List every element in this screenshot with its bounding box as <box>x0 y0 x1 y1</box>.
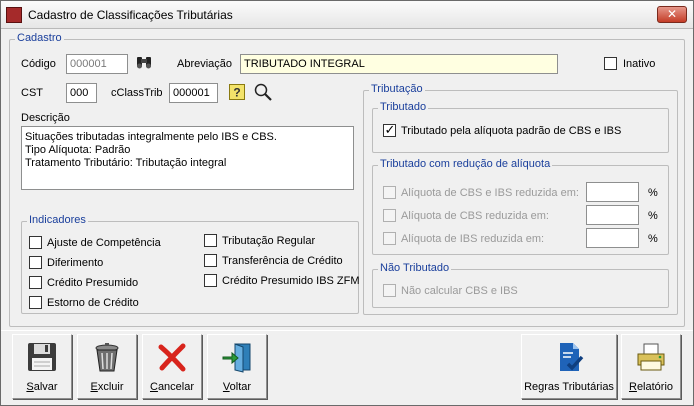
descricao-label: Descrição <box>21 112 70 124</box>
salvar-caption: Salvar <box>26 381 58 393</box>
reducao-legend: Tributado com redução de alíquota <box>378 158 553 170</box>
cancel-x-icon <box>158 343 186 372</box>
codigo-field[interactable]: 000001 <box>66 54 128 74</box>
reducao-cbs-checkbox[interactable] <box>383 209 396 222</box>
printer-icon <box>637 343 665 371</box>
indicador-label: Crédito Presumido <box>47 277 139 289</box>
voltar-caption: Voltar <box>222 381 252 393</box>
nao-calcular-checkbox[interactable] <box>383 284 396 297</box>
trash-can-icon <box>95 343 119 372</box>
indicador-label: Estorno de Crédito <box>47 297 139 309</box>
abreviacao-field[interactable]: TRIBUTADO INTEGRAL <box>240 54 558 74</box>
reducao-group: Tributado com redução de alíquota Alíquo… <box>372 158 669 255</box>
cclasstrib-field[interactable]: 000001 <box>169 83 218 103</box>
cst-label: CST <box>21 87 43 99</box>
tributado-group: Tributado ✓ Tributado pela alíquota padr… <box>372 101 669 153</box>
descricao-line: Situações tributadas integralmente pelo … <box>25 131 277 143</box>
document-check-icon <box>560 343 584 371</box>
indicador-checkbox[interactable] <box>29 296 42 309</box>
indicador-checkbox[interactable] <box>29 236 42 249</box>
indicador-label: Crédito Presumido IBS ZFM <box>222 275 360 287</box>
abreviacao-label: Abreviação <box>177 58 233 70</box>
indicador-label: Transferência de Crédito <box>222 255 343 267</box>
checkmark-icon: ✓ <box>384 122 396 137</box>
indicador-label: Ajuste de Competência <box>47 237 161 249</box>
salvar-button[interactable]: Salvar <box>12 334 72 399</box>
regras-tributarias-caption: Regras Tributárias <box>524 381 614 393</box>
inativo-label: Inativo <box>623 58 656 70</box>
relatorio-button[interactable]: Relatório <box>621 334 681 399</box>
percent-label: % <box>648 187 658 199</box>
codigo-label: Código <box>21 58 56 70</box>
reducao-cbs-ibs-label: Alíquota de CBS e IBS reduzida em: <box>401 187 579 199</box>
descricao-line: Tratamento Tributário: Tributação integr… <box>25 157 227 169</box>
indicador-checkbox[interactable] <box>29 276 42 289</box>
close-button[interactable]: ✕ <box>657 6 687 23</box>
tributado-checkbox[interactable]: ✓ <box>383 122 396 137</box>
nao-calcular-label: Não calcular CBS e IBS <box>401 285 518 297</box>
descricao-line: Tipo Alíquota: Padrão <box>25 144 131 156</box>
percent-label: % <box>648 210 658 222</box>
title-bar[interactable]: Cadastro de Classificações Tributárias ✕ <box>1 1 693 29</box>
exit-door-icon <box>222 343 251 373</box>
indicador-checkbox[interactable] <box>204 274 217 287</box>
regras-tributarias-button[interactable]: Regras Tributárias <box>521 334 617 399</box>
reducao-cbs-input[interactable] <box>586 205 639 225</box>
binoculars-icon[interactable] <box>135 54 153 70</box>
indicador-checkbox[interactable] <box>204 234 217 247</box>
search-icon[interactable] <box>253 82 273 102</box>
reducao-cbs-ibs-checkbox[interactable] <box>383 186 396 199</box>
floppy-disk-icon <box>28 343 56 371</box>
cclasstrib-label: cClassTrib <box>111 87 163 99</box>
reducao-ibs-input[interactable] <box>586 228 639 248</box>
tributado-label: Tributado pela alíquota padrão de CBS e … <box>401 125 622 137</box>
indicador-checkbox[interactable] <box>204 254 217 267</box>
percent-label: % <box>648 233 658 245</box>
descricao-textarea[interactable]: Situações tributadas integralmente pelo … <box>21 126 354 190</box>
tributacao-legend: Tributação <box>369 83 425 95</box>
app-icon <box>6 7 22 23</box>
cst-field[interactable]: 000 <box>66 83 97 103</box>
excluir-caption: Excluir <box>90 381 124 393</box>
cadastro-legend: Cadastro <box>15 32 64 44</box>
cancelar-button[interactable]: Cancelar <box>142 334 202 399</box>
inativo-checkbox[interactable] <box>604 57 617 70</box>
relatorio-caption: Relatório <box>628 381 674 393</box>
bottom-toolbar: Salvar Excluir Cancelar Voltar Regras Tr… <box>1 330 693 405</box>
reducao-ibs-checkbox[interactable] <box>383 232 396 245</box>
indicador-checkbox[interactable] <box>29 256 42 269</box>
main-window: Cadastro de Classificações Tributárias ✕… <box>0 0 694 406</box>
nao-tributado-group: Não Tributado Não calcular CBS e IBS <box>372 262 669 308</box>
help-icon[interactable]: ? <box>229 84 245 100</box>
indicadores-legend: Indicadores <box>27 214 88 226</box>
form-body: Cadastro Código 000001 Abreviação TRIBUT… <box>1 30 693 405</box>
reducao-cbs-label: Alíquota de CBS reduzida em: <box>401 210 549 222</box>
indicador-label: Tributação Regular <box>222 235 316 247</box>
indicadores-group: Indicadores Ajuste de Competência Diferi… <box>21 214 360 314</box>
reducao-ibs-label: Alíquota de IBS reduzida em: <box>401 233 545 245</box>
reducao-cbs-ibs-input[interactable] <box>586 182 639 202</box>
tributado-legend: Tributado <box>378 101 429 113</box>
cancelar-caption: Cancelar <box>149 381 195 393</box>
nao-tributado-legend: Não Tributado <box>378 262 452 274</box>
cadastro-group: Cadastro Código 000001 Abreviação TRIBUT… <box>9 32 685 327</box>
voltar-button[interactable]: Voltar <box>207 334 267 399</box>
indicador-label: Diferimento <box>47 257 104 269</box>
excluir-button[interactable]: Excluir <box>77 334 137 399</box>
svg-text:?: ? <box>233 86 240 100</box>
window-title: Cadastro de Classificações Tributárias <box>28 8 233 22</box>
tributacao-group: Tributação Tributado ✓ Tributado pela al… <box>363 83 678 315</box>
